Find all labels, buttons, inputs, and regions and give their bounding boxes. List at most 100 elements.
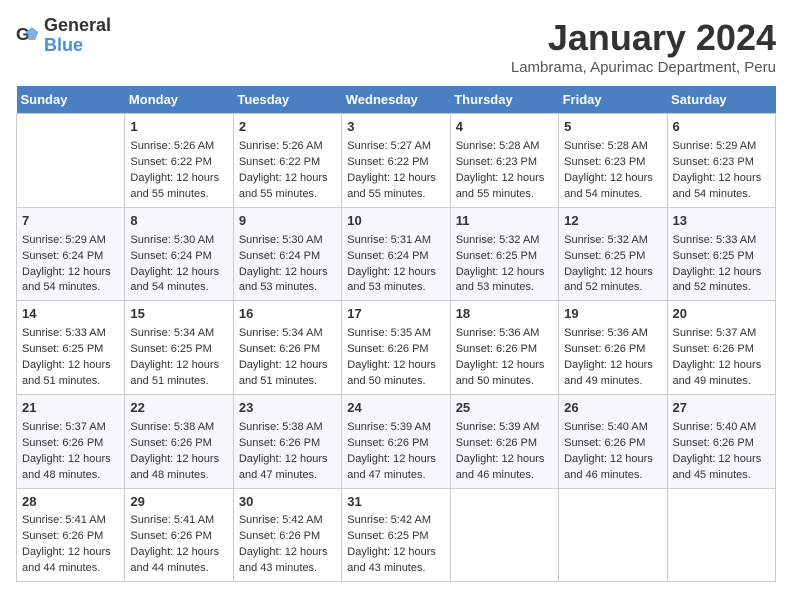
calendar-cell: 16Sunrise: 5:34 AMSunset: 6:26 PMDayligh… — [233, 301, 341, 395]
day-number: 25 — [456, 399, 553, 418]
cell-content-line: Daylight: 12 hours — [347, 265, 444, 281]
day-number: 11 — [456, 212, 553, 231]
cell-content-line: Sunrise: 5:42 AM — [239, 513, 336, 529]
calendar-week-row: 21Sunrise: 5:37 AMSunset: 6:26 PMDayligh… — [17, 394, 776, 488]
calendar-cell: 17Sunrise: 5:35 AMSunset: 6:26 PMDayligh… — [342, 301, 450, 395]
cell-content-line: Daylight: 12 hours — [673, 171, 770, 187]
cell-content-line: Sunset: 6:26 PM — [239, 342, 336, 358]
page-header: G General Blue January 2024 Lambrama, Ap… — [16, 16, 776, 76]
cell-content-line: and 49 minutes. — [564, 374, 661, 390]
day-header-wednesday: Wednesday — [342, 86, 450, 114]
cell-content-line: Daylight: 12 hours — [564, 358, 661, 374]
day-number: 18 — [456, 305, 553, 324]
cell-content-line: Sunrise: 5:41 AM — [22, 513, 119, 529]
day-number: 16 — [239, 305, 336, 324]
cell-content-line: Sunset: 6:25 PM — [130, 342, 227, 358]
cell-content-line: Sunset: 6:26 PM — [564, 342, 661, 358]
calendar-cell: 24Sunrise: 5:39 AMSunset: 6:26 PMDayligh… — [342, 394, 450, 488]
calendar-cell: 21Sunrise: 5:37 AMSunset: 6:26 PMDayligh… — [17, 394, 125, 488]
cell-content-line: and 53 minutes. — [347, 280, 444, 296]
cell-content-line: and 55 minutes. — [130, 187, 227, 203]
cell-content-line: and 48 minutes. — [130, 468, 227, 484]
cell-content-line: Sunset: 6:23 PM — [673, 155, 770, 171]
cell-content-line: and 45 minutes. — [673, 468, 770, 484]
cell-content-line: Sunrise: 5:34 AM — [130, 326, 227, 342]
day-number: 13 — [673, 212, 770, 231]
day-number: 29 — [130, 493, 227, 512]
cell-content-line: Sunrise: 5:36 AM — [456, 326, 553, 342]
cell-content-line: Sunrise: 5:27 AM — [347, 139, 444, 155]
location-subtitle: Lambrama, Apurimac Department, Peru — [511, 59, 776, 76]
cell-content-line: Sunset: 6:24 PM — [130, 249, 227, 265]
cell-content-line: and 55 minutes. — [456, 187, 553, 203]
cell-content-line: and 54 minutes. — [673, 187, 770, 203]
cell-content-line: Sunset: 6:24 PM — [239, 249, 336, 265]
cell-content-line: Sunrise: 5:35 AM — [347, 326, 444, 342]
calendar-week-row: 1Sunrise: 5:26 AMSunset: 6:22 PMDaylight… — [17, 114, 776, 208]
calendar-week-row: 14Sunrise: 5:33 AMSunset: 6:25 PMDayligh… — [17, 301, 776, 395]
day-number: 19 — [564, 305, 661, 324]
cell-content-line: Sunrise: 5:41 AM — [130, 513, 227, 529]
cell-content-line: Sunrise: 5:31 AM — [347, 233, 444, 249]
cell-content-line: Sunrise: 5:40 AM — [564, 420, 661, 436]
day-number: 2 — [239, 118, 336, 137]
cell-content-line: Sunrise: 5:38 AM — [239, 420, 336, 436]
cell-content-line: Daylight: 12 hours — [564, 171, 661, 187]
day-number: 26 — [564, 399, 661, 418]
day-header-thursday: Thursday — [450, 86, 558, 114]
cell-content-line: Daylight: 12 hours — [239, 171, 336, 187]
cell-content-line: and 54 minutes. — [130, 280, 227, 296]
day-number: 24 — [347, 399, 444, 418]
day-header-monday: Monday — [125, 86, 233, 114]
day-number: 3 — [347, 118, 444, 137]
cell-content-line: Sunrise: 5:26 AM — [239, 139, 336, 155]
cell-content-line: Sunset: 6:25 PM — [347, 529, 444, 545]
calendar-cell: 19 Sunrise: 5:36 AMSunset: 6:26 PMDayligh… — [559, 301, 667, 395]
cell-content-line: Sunset: 6:26 PM — [239, 529, 336, 545]
day-number: 15 — [130, 305, 227, 324]
cell-content-line: Sunset: 6:25 PM — [673, 249, 770, 265]
cell-content-line: Sunset: 6:23 PM — [456, 155, 553, 171]
day-header-friday: Friday — [559, 86, 667, 114]
cell-content-line: Sunset: 6:22 PM — [347, 155, 444, 171]
calendar-cell: 11Sunrise: 5:32 AMSunset: 6:25 PMDayligh… — [450, 207, 558, 301]
cell-content-line: and 55 minutes. — [239, 187, 336, 203]
calendar-week-row: 28Sunrise: 5:41 AMSunset: 6:26 PMDayligh… — [17, 488, 776, 582]
cell-content-line: Daylight: 12 hours — [564, 265, 661, 281]
cell-content-line: and 52 minutes. — [673, 280, 770, 296]
cell-content-line: Sunrise: 5:40 AM — [673, 420, 770, 436]
calendar-cell: 18Sunrise: 5:36 AMSunset: 6:26 PMDayligh… — [450, 301, 558, 395]
calendar-cell: 15Sunrise: 5:34 AMSunset: 6:25 PMDayligh… — [125, 301, 233, 395]
cell-content-line: Sunrise: 5:39 AM — [456, 420, 553, 436]
calendar-cell: 6Sunrise: 5:29 AMSunset: 6:23 PMDaylight… — [667, 114, 775, 208]
calendar-cell: 5Sunrise: 5:28 AMSunset: 6:23 PMDaylight… — [559, 114, 667, 208]
calendar-cell — [667, 488, 775, 582]
calendar-cell: 31Sunrise: 5:42 AMSunset: 6:25 PMDayligh… — [342, 488, 450, 582]
cell-content-line: Daylight: 12 hours — [456, 171, 553, 187]
day-number: 8 — [130, 212, 227, 231]
cell-content-line: Daylight: 12 hours — [456, 358, 553, 374]
cell-content-line: Sunrise: 5:42 AM — [347, 513, 444, 529]
cell-content-line: and 44 minutes. — [22, 561, 119, 577]
cell-content-line: and 50 minutes. — [347, 374, 444, 390]
cell-content-line: Daylight: 12 hours — [673, 358, 770, 374]
cell-content-line: Sunrise: 5:36 AM — [564, 326, 661, 342]
day-number: 6 — [673, 118, 770, 137]
calendar-cell: 12Sunrise: 5:32 AMSunset: 6:25 PMDayligh… — [559, 207, 667, 301]
cell-content-line: Sunrise: 5:34 AM — [239, 326, 336, 342]
cell-content-line: Daylight: 12 hours — [347, 358, 444, 374]
cell-content-line: Sunset: 6:22 PM — [130, 155, 227, 171]
calendar-cell: 30Sunrise: 5:42 AMSunset: 6:26 PMDayligh… — [233, 488, 341, 582]
calendar-cell: 27Sunrise: 5:40 AMSunset: 6:26 PMDayligh… — [667, 394, 775, 488]
cell-content-line: and 46 minutes. — [456, 468, 553, 484]
day-number: 27 — [673, 399, 770, 418]
cell-content-line: and 44 minutes. — [130, 561, 227, 577]
day-number: 12 — [564, 212, 661, 231]
cell-content-line: Sunset: 6:26 PM — [456, 436, 553, 452]
calendar-cell: 3Sunrise: 5:27 AMSunset: 6:22 PMDaylight… — [342, 114, 450, 208]
cell-content-line: and 51 minutes. — [22, 374, 119, 390]
cell-content-line: Daylight: 12 hours — [22, 452, 119, 468]
cell-content-line: Sunset: 6:24 PM — [347, 249, 444, 265]
cell-content-line: Daylight: 12 hours — [347, 452, 444, 468]
cell-content-line: Sunset: 6:22 PM — [239, 155, 336, 171]
